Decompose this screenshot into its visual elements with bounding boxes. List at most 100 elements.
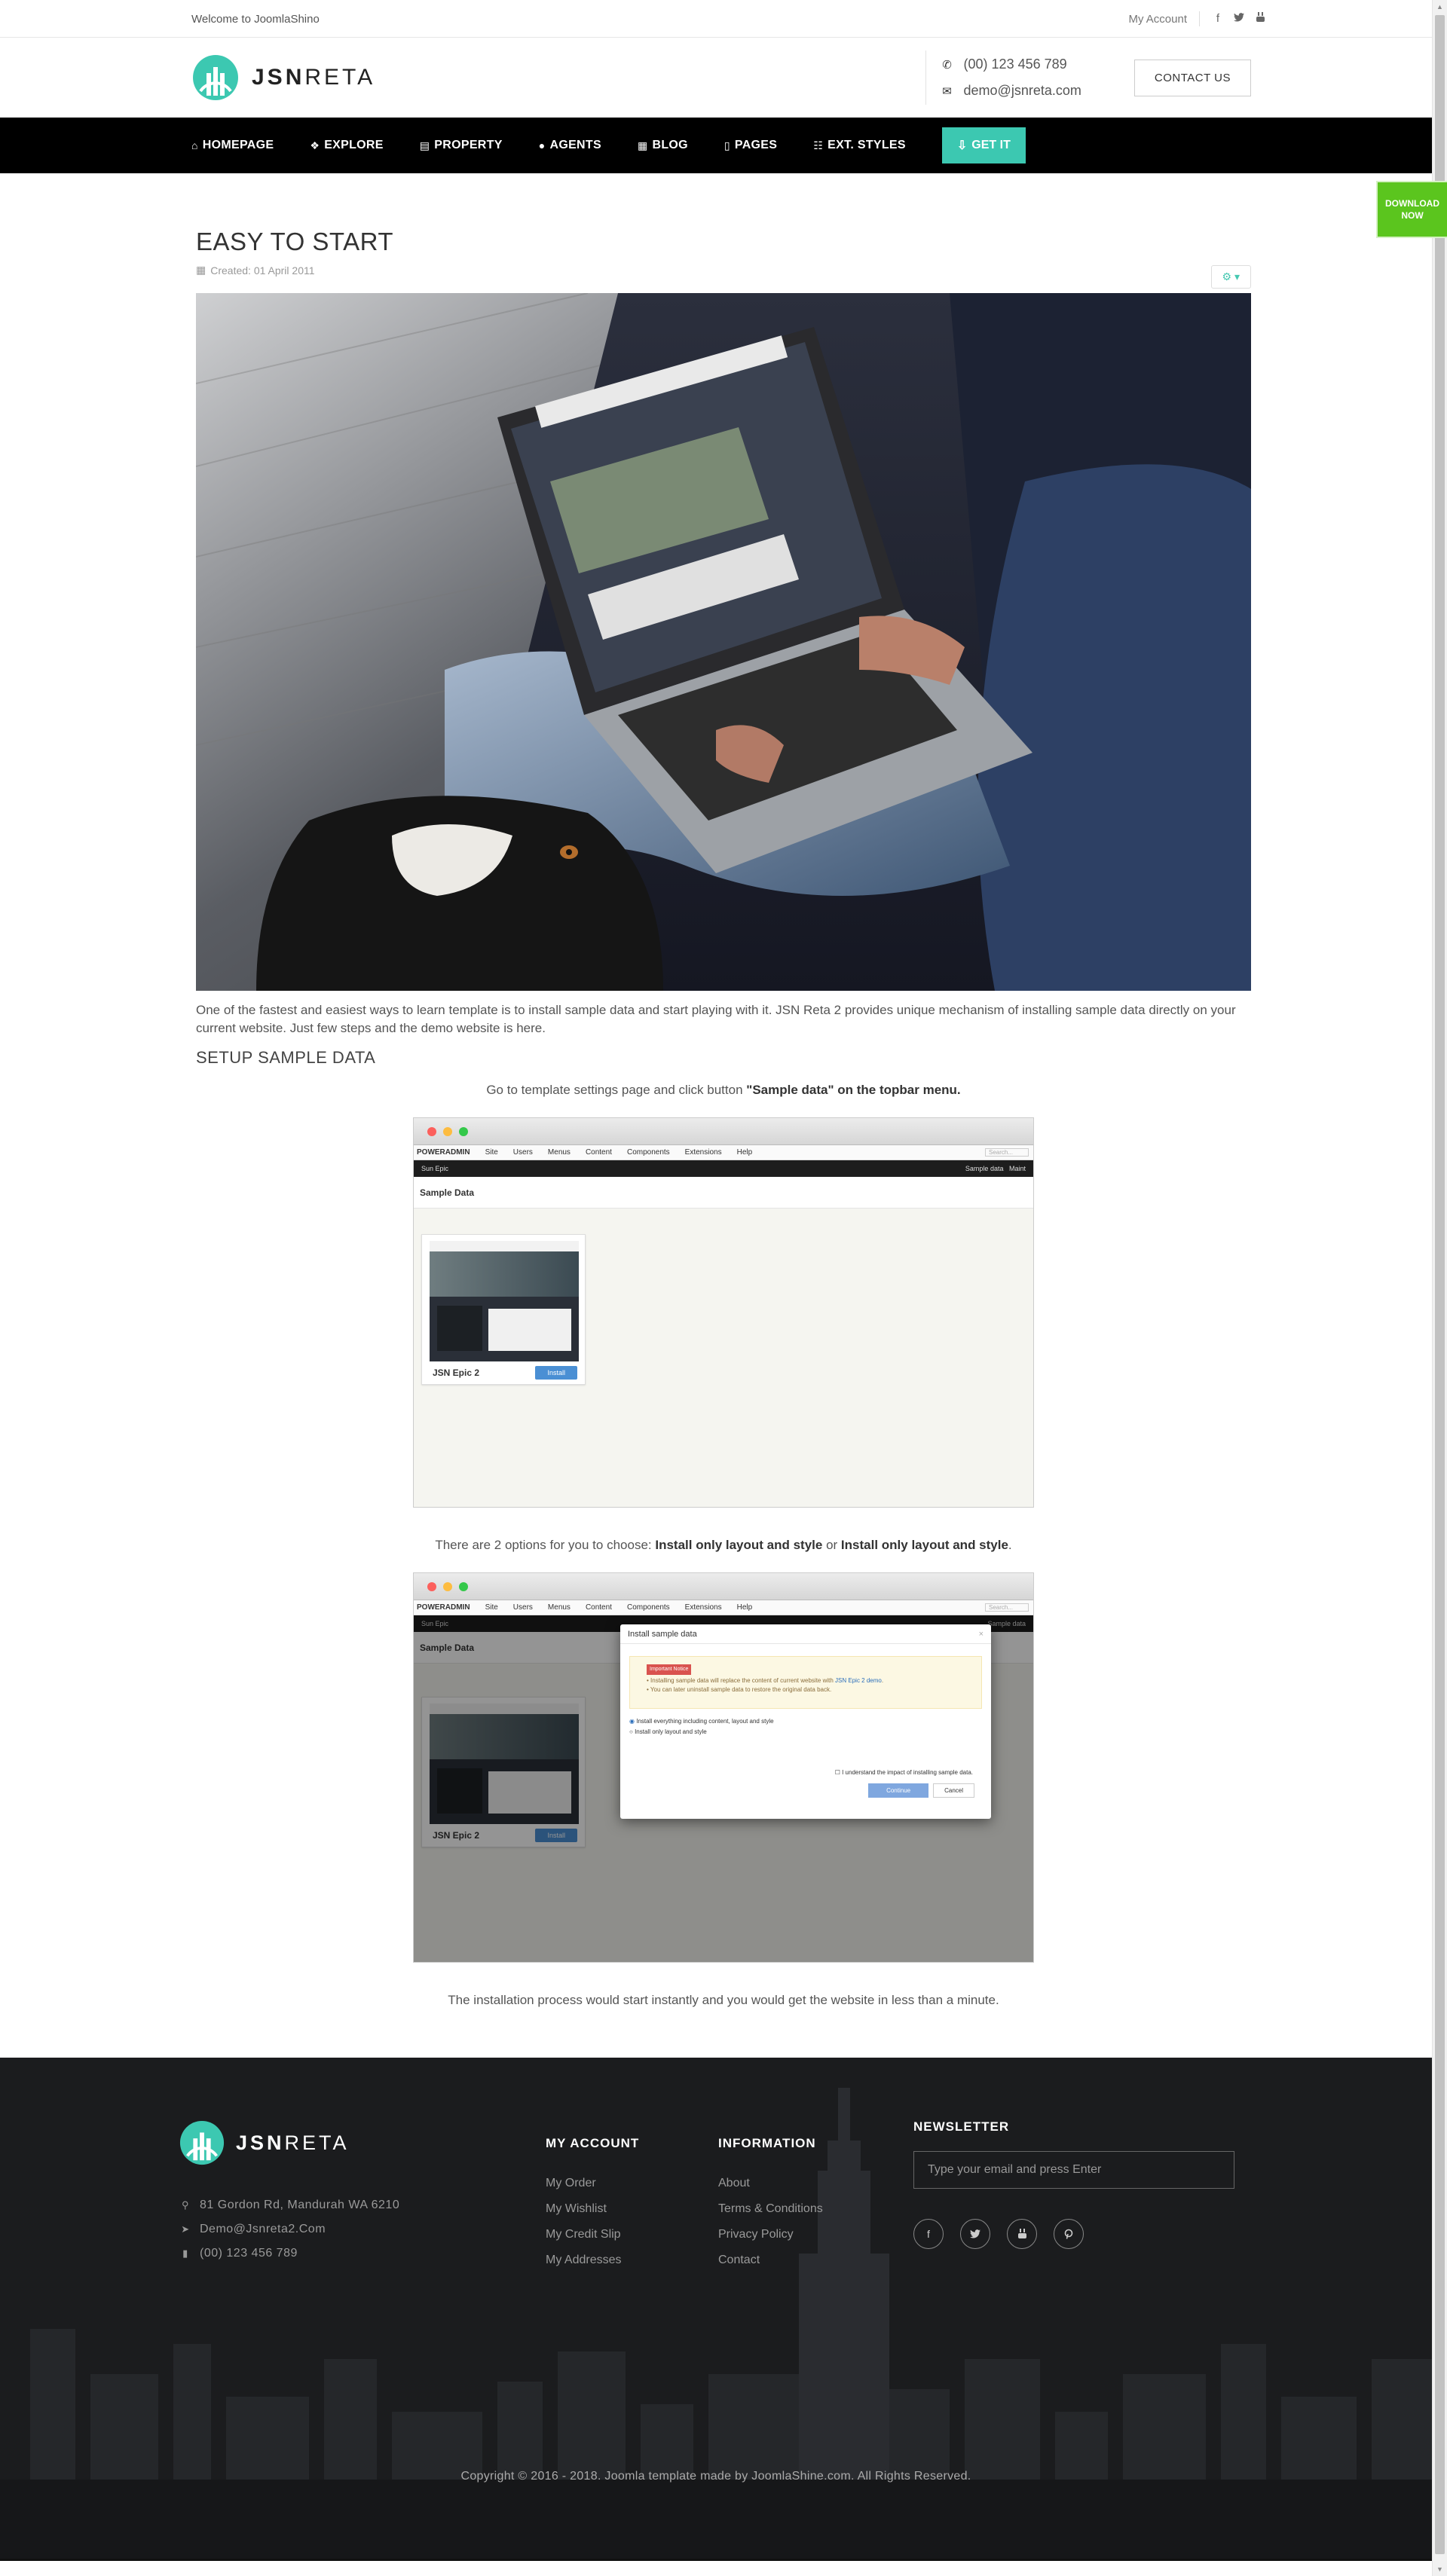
footer-logo[interactable]: JSNRETA [179,2119,350,2166]
hero-image [196,293,1251,991]
logo-mark-icon [179,2120,225,2165]
header-phone: ✆ (00) 123 456 789 [942,57,1067,72]
footer-information-title: INFORMATION [718,2136,816,2150]
newsletter-email-input[interactable]: Type your email and press Enter [913,2151,1234,2189]
footer-information: INFORMATION About Terms & Conditions Pri… [718,2136,823,2273]
footer-address: ⚲ 81 Gordon Rd, Mandurah WA 6210 [180,2193,399,2217]
footer-my-account: MY ACCOUNT My Order My Wishlist My Credi… [546,2136,639,2273]
notice-line2: • You can later uninstall sample data to… [647,1686,832,1693]
window-titlebar [414,1118,1033,1145]
notice-label: Important Notice [647,1664,692,1675]
newsletter-title: NEWSLETTER [913,2119,1010,2134]
footer-social: f [913,2219,1234,2249]
twitter-icon[interactable] [960,2219,990,2249]
footer-my-account-title: MY ACCOUNT [546,2136,640,2150]
admin-menu-content: Content [585,1148,612,1157]
facebook-icon[interactable]: f [913,2219,944,2249]
modal-title: Install sample data [628,1630,697,1639]
scrollbar-thumb[interactable] [1435,15,1445,2554]
youtube-icon[interactable] [1007,2219,1037,2249]
modal-options: ◉ Install everything including content, … [629,1716,982,1737]
logo-mark-icon [193,55,238,100]
download-icon: ⇩ [956,139,968,152]
gear-icon: ⚙ [1222,270,1232,283]
divider [1199,11,1200,26]
admin-menu-help: Help [736,1603,753,1612]
twitter-icon[interactable] [1233,12,1245,26]
home-icon: ⌂ [191,139,198,151]
footer-copyright: Copyright © 2016 - 2018. Joomla template… [460,2470,971,2483]
modal-close-icon: × [978,1630,984,1639]
admin-site-bar: Sun Epic Sample data Maint [414,1160,1033,1177]
user-icon: ● [538,139,546,151]
maximize-dot-icon [459,1581,468,1591]
close-dot-icon [427,1126,436,1136]
scroll-down-arrow-icon[interactable]: ▼ [1436,2565,1443,2573]
step2-text: There are 2 options for you to choose: I… [435,1538,1012,1552]
scroll-up-arrow-icon[interactable]: ▲ [1436,3,1443,11]
admin-menu-extensions: Extensions [684,1603,722,1612]
admin-maint-link: Maint [1008,1165,1026,1172]
option-everything: ◉ Install everything including content, … [629,1718,774,1725]
youtube-icon[interactable] [1254,12,1266,26]
my-account-link[interactable]: My Account [1128,13,1187,26]
footer-link-contact[interactable]: Contact [718,2248,823,2273]
admin-menu-menus: Menus [547,1603,571,1612]
admin-search: Search... [984,1603,1029,1612]
article-title: EASY TO START [196,228,394,255]
admin-menu-site: Site [485,1148,498,1157]
site-header: JSNRETA ✆ (00) 123 456 789 ✉ demo@jsnreta.… [0,38,1447,118]
contact-us-button[interactable]: CONTACT US [1133,59,1251,96]
understand-checkbox: ☐ I understand the impact of installing … [834,1769,973,1776]
closing-text: The installation process would start ins… [448,1993,999,2007]
footer-link-privacy[interactable]: Privacy Policy [718,2222,823,2248]
nav-item-ext-styles[interactable]: ☷ EXT. STYLES [813,139,906,152]
minimize-dot-icon [443,1126,452,1136]
download-now-button[interactable]: DOWNLOAD NOW [1378,182,1447,237]
article-tools-button[interactable]: ⚙ ▾ [1210,265,1251,289]
article-intro: One of the fastest and easiest ways to l… [196,1003,1236,1035]
modal-warning: Important Notice • Installing sample dat… [629,1656,982,1709]
nav-item-agents[interactable]: ● AGENTS [539,139,601,152]
footer-link-terms[interactable]: Terms & Conditions [718,2196,823,2222]
topbar: Welcome to JoomlaShino My Account f [0,0,1447,38]
footer-link-my-order[interactable]: My Order [546,2171,639,2196]
header-email[interactable]: ✉ demo@jsnreta.com [941,83,1081,99]
paper-plane-icon: ➤ [181,2223,190,2235]
footer-link-my-wishlist[interactable]: My Wishlist [546,2196,639,2222]
admin-page-title: Sample Data [414,1177,1033,1209]
admin-menu: POWERADMIN Site Users Menus Content Comp… [414,1600,1033,1615]
footer-link-about[interactable]: About [718,2171,823,2196]
page-scrollbar[interactable]: ▲ ▼ [1432,0,1447,2576]
admin-menu-extensions: Extensions [684,1148,722,1157]
footer-contact-info: ⚲ 81 Gordon Rd, Mandurah WA 6210 ➤ Demo@Js… [180,2193,399,2266]
nav-item-explore[interactable]: ❖ EXPLORE [310,139,383,152]
article-created-date: ▦ Created: 01 April 2011 [196,264,315,277]
template-name: JSN Epic 2 [433,1367,480,1378]
install-button: Install [535,1366,577,1380]
footer-link-my-addresses[interactable]: My Addresses [546,2248,639,2273]
get-it-button[interactable]: ⇩ GET IT [941,127,1026,163]
admin-menu-components: Components [626,1603,670,1612]
footer-email[interactable]: ➤ Demo@Jsnreta2.Com [180,2217,399,2241]
site-logo[interactable]: JSNRETA [181,53,375,102]
admin-brand: POWERADMIN [417,1148,470,1157]
welcome-text: Welcome to JoomlaShino [191,12,320,26]
pinterest-icon[interactable] [1054,2219,1084,2249]
footer-link-my-credit-slip[interactable]: My Credit Slip [546,2222,639,2248]
facebook-icon[interactable]: f [1212,12,1224,26]
admin-menu-components: Components [626,1148,670,1157]
nav-item-pages[interactable]: ▯ PAGES [724,139,777,152]
close-dot-icon [427,1581,436,1591]
nav-item-homepage[interactable]: ⌂ HOMEPAGE [191,139,274,152]
nav-item-property[interactable]: ▤ PROPERTY [420,139,503,152]
file-icon: ▯ [724,139,730,151]
admin-sample-data-link: Sample data [965,1165,1004,1172]
admin-menu-users: Users [512,1148,533,1157]
sample-data-screenshot-2: POWERADMIN Site Users Menus Content Comp… [413,1572,1034,1963]
admin-site-name: Sun Epic [421,1165,449,1172]
nav-item-blog[interactable]: ▦ BLOG [638,139,688,152]
window-titlebar [414,1573,1033,1600]
modal-cancel-button: Cancel [933,1783,974,1798]
install-sample-data-modal: Install sample data × Important Notice • … [620,1624,991,1819]
